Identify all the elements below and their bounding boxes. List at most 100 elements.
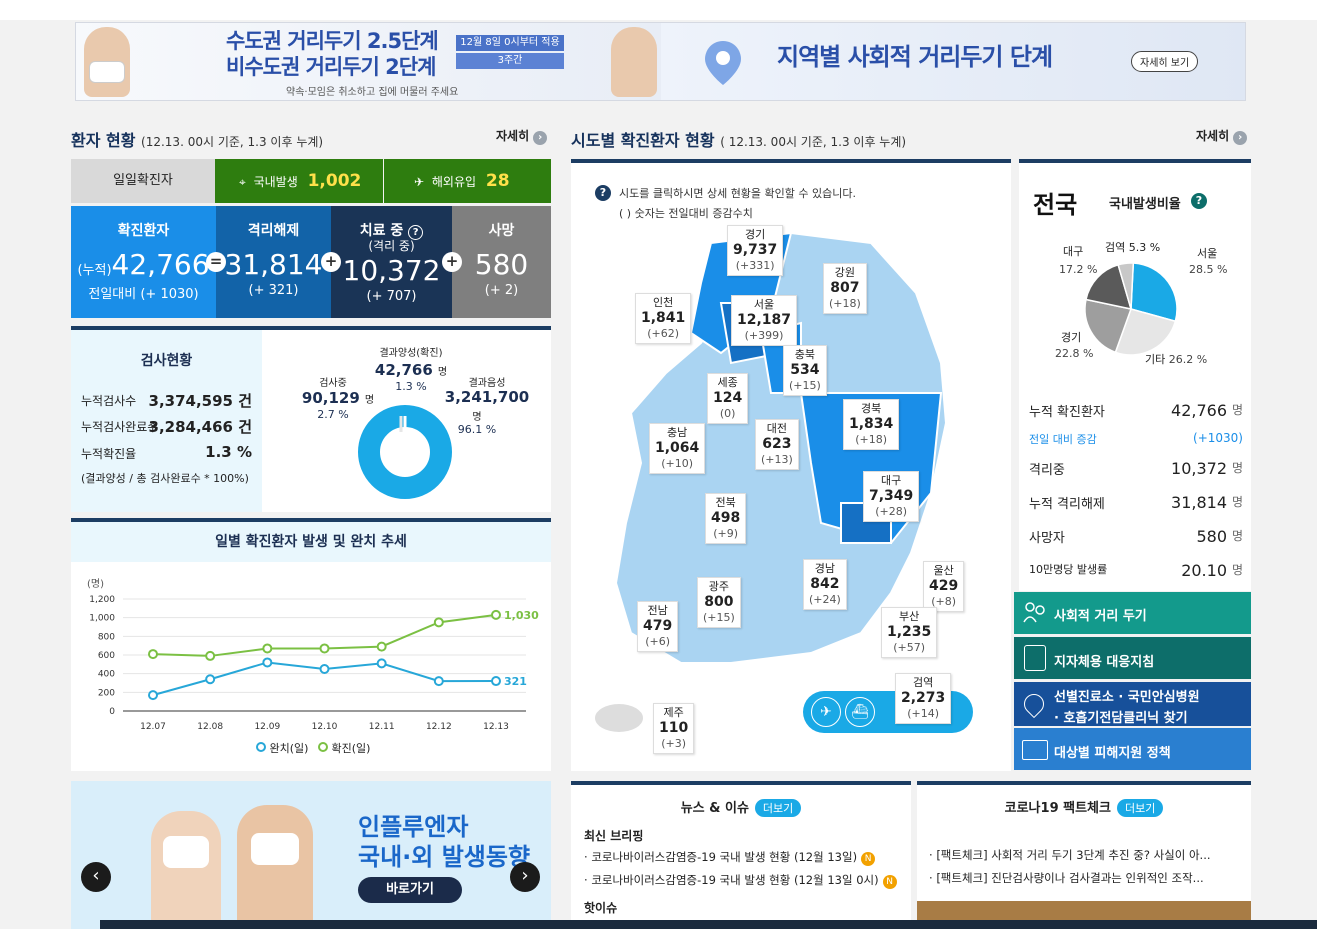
negative-pct: 96.1 %: [457, 423, 497, 436]
pie-label-daegu: 대구: [1063, 245, 1084, 258]
nat-unit: 명: [1231, 461, 1243, 475]
pie-pct-daegu: 17.2 %: [1059, 263, 1098, 276]
region-gyeongnam[interactable]: 경남 842 (+24): [803, 559, 847, 610]
top-banner[interactable]: 수도권 거리두기 2.5단계 비수도권 거리두기 2단계 약속·모임은 취소하고…: [75, 22, 1246, 101]
region-quarantine[interactable]: 검역 2,273 (+14): [895, 673, 952, 724]
testing-label: 검사중: [319, 378, 347, 389]
x-tick-label: 12.07: [140, 722, 166, 732]
nat-value: 580: [1196, 527, 1227, 546]
nat-value: (+1030): [1193, 431, 1243, 445]
menu-social-distancing[interactable]: 사회적 거리 두기: [1014, 592, 1251, 634]
region-value: 807: [830, 280, 860, 296]
stat-released-head: 격리해제: [247, 223, 300, 239]
news-item[interactable]: · 코로나바이러스감염증-19 국내 발생 현황 (12월 13일 0시) N: [584, 872, 897, 889]
news-section-2-title: 핫이슈: [584, 901, 618, 915]
region-value: 110: [659, 720, 689, 736]
news-item-text[interactable]: 코로나바이러스감염증-19 국내 발생 현황 (12월 13일 0시): [591, 873, 878, 887]
national-title: 전국: [1033, 191, 1078, 219]
influenza-promo[interactable]: 인플루엔자 국내·외 발생동향 바로가기: [71, 781, 551, 929]
news-more-button[interactable]: 더보기: [754, 799, 802, 817]
region-gyeonggi[interactable]: 경기 9,737 (+331): [727, 225, 784, 276]
region-ulsan[interactable]: 울산 429 (+8): [923, 561, 965, 612]
news-header: 뉴스 & 이슈 더보기: [571, 797, 911, 817]
recovered-legend-icon: [256, 742, 266, 752]
negative-label: 결과음성: [468, 378, 506, 389]
region-value: 800: [704, 594, 734, 610]
factcheck-item-text[interactable]: [팩트체크] 진단검사량이나 검사결과는 인위적인 조작...: [936, 871, 1203, 885]
banner-left[interactable]: 수도권 거리두기 2.5단계 비수도권 거리두기 2단계 약속·모임은 취소하고…: [76, 23, 661, 100]
region-chungnam[interactable]: 충남 1,064 (+10): [649, 423, 706, 474]
nat-row-released: 누적 격리해제 31,814 명: [1029, 493, 1243, 512]
confirmed-legend-icon: [317, 742, 328, 752]
region-busan[interactable]: 부산 1,235 (+57): [881, 607, 938, 658]
banner-detail-button[interactable]: 자세히 보기: [1131, 51, 1199, 72]
data-point: [433, 676, 444, 687]
trend-line-chart: 1,200 1,000 800 600 400 200 0 12.07 12.08 12.09 12…: [89, 595, 539, 732]
region-diff: (0): [719, 407, 736, 420]
total-tests-label: 누적검사수: [81, 394, 137, 408]
region-sejong[interactable]: 세종 124 (0): [707, 373, 749, 424]
factcheck-item[interactable]: · [팩트체크] 진단검사량이나 검사결과는 인위적인 조작...: [929, 870, 1204, 886]
region-value: 9,737: [733, 242, 778, 258]
region-jeju[interactable]: 제주 110 (+3): [653, 703, 695, 754]
nat-row-incidence: 10만명당 발생률 20.10 명: [1029, 561, 1243, 580]
domestic-label: 국내발생: [253, 175, 298, 189]
new-badge-icon: N: [882, 875, 897, 889]
factcheck-more-button[interactable]: 더보기: [1116, 799, 1164, 817]
factcheck-item-text[interactable]: [팩트체크] 사회적 거리 두기 3단계 추진 중? 사실이 아...: [936, 848, 1210, 862]
banner-right[interactable]: 지역별 사회적 거리두기 단계 자세히 보기: [661, 23, 1245, 100]
menu-support-policy[interactable]: 대상별 피해지원 정책: [1014, 728, 1251, 770]
region-name: 검역: [913, 676, 934, 689]
region-chungbuk[interactable]: 충북 534 (+15): [783, 345, 827, 396]
region-name: 세종: [717, 376, 738, 389]
positive-unit: 명: [437, 367, 448, 378]
stat-confirmed[interactable]: 확진환자 (누적)42,766 전일대비 (+ 1030): [71, 206, 216, 318]
promo-title-2: 국내·외 발생동향: [358, 843, 531, 871]
region-gangwon[interactable]: 강원 807 (+18): [823, 263, 867, 314]
region-daegu[interactable]: 대구 7,349 (+28): [863, 471, 920, 522]
patient-status-more-link[interactable]: 자세히 ›: [496, 129, 548, 145]
help-icon[interactable]: ?: [408, 225, 424, 240]
region-diff: (+18): [829, 297, 861, 310]
menu-local-guideline[interactable]: 지자체용 대응지침: [1014, 637, 1251, 679]
promo-go-button[interactable]: 바로가기: [358, 877, 462, 903]
region-incheon[interactable]: 인천 1,841 (+62): [635, 293, 692, 344]
region-jeonnam[interactable]: 전남 479 (+6): [637, 601, 679, 652]
positive-wrap: 42,766 명: [366, 360, 456, 379]
news-section-title: 최신 브리핑: [584, 829, 644, 843]
news-item-text[interactable]: 코로나바이러스감염증-19 국내 발생 현황 (12월 13일): [591, 850, 857, 864]
region-diff: (+3): [661, 737, 687, 750]
test-status-title: 검사현황: [140, 353, 193, 369]
map-more-link[interactable]: 자세히 ›: [1196, 129, 1248, 145]
region-value: 498: [711, 510, 741, 526]
region-gwangju[interactable]: 광주 800 (+15): [697, 577, 741, 628]
region-name: 인천: [653, 296, 674, 309]
stat-deaths-head: 사망: [488, 223, 515, 239]
stat-treating[interactable]: 치료 중 ? (격리 중) 10,372 (+ 707): [331, 206, 452, 318]
domestic-value: 1,002: [307, 171, 362, 191]
region-jeonbuk[interactable]: 전북 498 (+9): [705, 493, 747, 544]
news-item[interactable]: · 코로나바이러스감염증-19 국내 발생 현황 (12월 13일) N: [584, 849, 876, 866]
map-jeju[interactable]: [595, 704, 643, 732]
menu-clinic-finder[interactable]: 선별진료소 · 국민안심병원 · 호흡기전담클리닉 찾기: [1014, 682, 1251, 726]
region-daejeon[interactable]: 대전 623 (+13): [755, 419, 799, 470]
stat-released[interactable]: 격리해제 31,814 (+ 321): [216, 206, 331, 318]
stat-deaths[interactable]: 사망 580 (+ 2): [452, 206, 551, 318]
region-name: 강원: [834, 266, 856, 279]
region-value: 12,187: [737, 312, 792, 328]
help-icon[interactable]: ?: [1191, 193, 1207, 209]
region-diff: (+13): [761, 453, 793, 466]
nat-label: 누적 확진환자: [1029, 405, 1105, 420]
factcheck-item[interactable]: · [팩트체크] 사회적 거리 두기 3단계 추진 중? 사실이 아...: [929, 847, 1211, 863]
region-gyeongbuk[interactable]: 경북 1,834 (+18): [843, 399, 900, 450]
region-name: 경남: [814, 562, 836, 575]
carousel-next-button[interactable]: ›: [510, 862, 540, 892]
pie-label-gyeonggi: 경기: [1061, 331, 1082, 344]
region-diff: (+62): [647, 327, 680, 340]
carousel-prev-button[interactable]: ‹: [81, 862, 111, 892]
stat-confirmed-value: 42,766: [111, 248, 210, 281]
region-value: 842: [810, 576, 840, 592]
imported-cases[interactable]: ✈ 해외유입 28: [384, 159, 551, 203]
region-seoul[interactable]: 서울 12,187 (+399): [731, 295, 798, 346]
domestic-cases[interactable]: ⌖ 국내발생 1,002: [215, 159, 383, 203]
